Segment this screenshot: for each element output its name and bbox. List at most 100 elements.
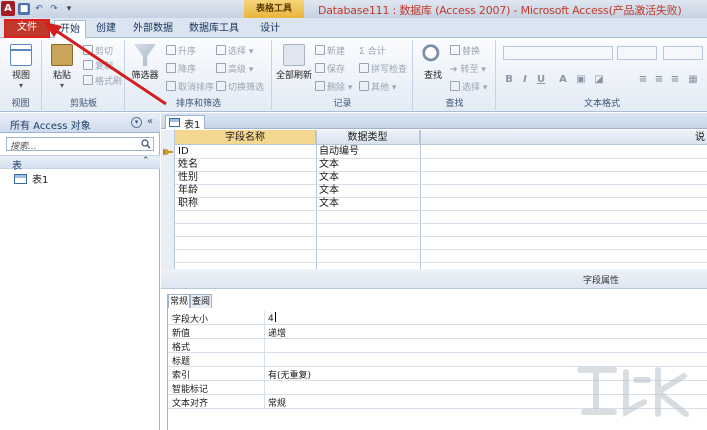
tab-external-data[interactable]: 外部数据 — [128, 20, 178, 38]
paste-icon — [51, 44, 73, 66]
save-icon[interactable]: ■ — [18, 3, 30, 15]
save-record-button[interactable]: 保存 — [315, 62, 345, 75]
data-type-cell[interactable]: 自动编号 — [319, 146, 359, 158]
nav-search-input[interactable]: 搜索... — [6, 137, 154, 152]
field-name-cell[interactable]: 姓名 — [178, 159, 198, 171]
customize-icon[interactable]: ▾ — [63, 3, 75, 15]
font-size-select[interactable] — [617, 46, 657, 60]
highlight-icon[interactable]: ▣ — [575, 74, 587, 86]
property-row[interactable]: 智能标记 — [168, 381, 707, 395]
tab-create[interactable]: 创建 — [90, 20, 122, 38]
data-type-cell[interactable]: 文本 — [319, 198, 339, 210]
underline-icon[interactable]: U — [535, 74, 547, 86]
undo-icon[interactable]: ↶ — [33, 3, 45, 15]
document-area: 表1 字段名称 数据类型 说 ID 自动编号 姓名 文本 性别 文本 年龄 文本… — [161, 113, 707, 430]
property-value[interactable]: 有(无重复) — [268, 368, 311, 381]
cut-button[interactable]: 剪切 — [83, 44, 113, 57]
property-value[interactable]: 常规 — [268, 396, 286, 409]
delete-icon — [315, 81, 325, 91]
delete-record-button[interactable]: 删除 ▾ — [315, 80, 352, 93]
tab-design[interactable]: 设计 — [252, 20, 288, 38]
clear-sort-label: 取消排序 — [178, 83, 215, 93]
advanced-button[interactable]: 高级 ▾ — [216, 62, 253, 75]
tab-home[interactable]: 开始 — [54, 20, 86, 39]
access-app-icon[interactable]: A — [1, 1, 15, 16]
document-tab-table1[interactable]: 表1 — [165, 115, 205, 131]
column-header-field-name[interactable]: 字段名称 — [175, 130, 316, 145]
tab-general[interactable]: 常规 — [168, 294, 190, 308]
selection-label: 选择 — [228, 47, 247, 57]
filter-button[interactable]: 筛选器 — [126, 44, 164, 81]
select-button[interactable]: 选择 ▾ — [450, 80, 487, 93]
property-row[interactable]: 新值 递增 — [168, 325, 707, 339]
gridlines-icon[interactable]: ▦ — [687, 74, 699, 86]
redo-icon[interactable]: ↷ — [48, 3, 60, 15]
field-name-cell[interactable]: ID — [178, 146, 189, 158]
clear-sort-button[interactable]: 取消排序 — [166, 80, 214, 93]
search-icon[interactable] — [141, 139, 151, 149]
replace-button[interactable]: 替换 — [450, 44, 480, 57]
nav-pane-header[interactable]: 所有 Access 对象 ▾ « — [0, 113, 160, 133]
replace-label: 替换 — [462, 47, 481, 57]
property-value-text: 4 — [268, 314, 274, 324]
property-divider — [264, 339, 265, 353]
property-row[interactable]: 标题 — [168, 353, 707, 367]
design-grid: 字段名称 数据类型 说 ID 自动编号 姓名 文本 性别 文本 年龄 文本 职称… — [161, 130, 707, 285]
chevron-down-icon[interactable]: ▾ — [131, 117, 142, 128]
property-row[interactable]: 格式 — [168, 339, 707, 353]
field-name-cell[interactable]: 职称 — [178, 198, 198, 210]
group-label-view: 视图 — [11, 99, 30, 109]
goto-button[interactable]: ➔ 转至 ▾ — [450, 62, 486, 75]
sort-ascending-button[interactable]: 升序 — [166, 44, 196, 57]
totals-button[interactable]: Σ 合计 — [359, 44, 386, 57]
data-type-cell[interactable]: 文本 — [319, 172, 339, 184]
refresh-all-button[interactable]: 全部刷新 — [275, 44, 313, 81]
tab-lookup[interactable]: 查阅 — [190, 294, 212, 308]
property-row[interactable]: 文本对齐 常规 — [168, 395, 707, 409]
nav-section-tables[interactable]: 表 ⌃ — [0, 155, 160, 172]
collapse-pane-icon[interactable]: « — [147, 116, 153, 127]
spelling-button[interactable]: 拼写检查 — [359, 62, 407, 75]
data-type-cell[interactable]: 文本 — [319, 159, 339, 171]
fill-color-icon[interactable]: ◪ — [593, 74, 605, 86]
font-color-icon[interactable]: A — [557, 74, 569, 86]
find-label: 查找 — [423, 71, 442, 81]
property-row[interactable]: 索引 有(无重复) — [168, 367, 707, 381]
format-painter-button[interactable]: 格式刷 — [83, 74, 122, 87]
column-header-description[interactable]: 说 — [420, 130, 707, 145]
chevron-up-icon[interactable]: ⌃ — [142, 156, 150, 166]
find-button[interactable]: 查找 — [414, 44, 452, 81]
sort-descending-button[interactable]: 降序 — [166, 62, 196, 75]
field-name-cell[interactable]: 年龄 — [178, 185, 198, 197]
tab-file[interactable]: 文件 — [4, 19, 50, 38]
document-tab-strip: 表1 — [161, 113, 707, 131]
save-record-icon — [315, 63, 325, 73]
row-divider — [175, 197, 707, 198]
selection-button[interactable]: 选择 ▾ — [216, 44, 253, 57]
copy-label: 复制 — [95, 62, 114, 72]
align-right-icon[interactable]: ≡ — [669, 74, 681, 86]
column-header-data-type[interactable]: 数据类型 — [316, 130, 420, 145]
copy-button[interactable]: 复制 — [83, 59, 113, 72]
tab-database-tools[interactable]: 数据库工具 — [184, 20, 244, 38]
align-left-icon[interactable]: ≡ — [637, 74, 649, 86]
primary-key-icon — [163, 148, 173, 156]
data-type-cell[interactable]: 文本 — [319, 185, 339, 197]
paste-button[interactable]: 粘贴 ▾ — [43, 44, 81, 90]
property-divider — [264, 311, 265, 325]
copy-icon — [83, 60, 93, 70]
align-center-icon[interactable]: ≡ — [653, 74, 665, 86]
property-value[interactable]: 4 — [268, 312, 276, 324]
field-name-cell[interactable]: 性别 — [178, 172, 198, 184]
property-value[interactable]: 递增 — [268, 326, 286, 339]
nav-item-table1[interactable]: 表1 — [14, 171, 48, 186]
property-row[interactable]: 字段大小 4 — [168, 311, 707, 325]
new-record-button[interactable]: 新建 — [315, 44, 345, 57]
list-style-select[interactable] — [663, 46, 703, 60]
bold-icon[interactable]: B — [503, 74, 515, 86]
font-name-select[interactable] — [503, 46, 613, 60]
view-button[interactable]: 视图 ▾ — [2, 44, 40, 90]
more-button[interactable]: 其他 ▾ — [359, 80, 396, 93]
toggle-filter-button[interactable]: 切换筛选 — [216, 80, 264, 93]
italic-icon[interactable]: I — [519, 74, 531, 86]
